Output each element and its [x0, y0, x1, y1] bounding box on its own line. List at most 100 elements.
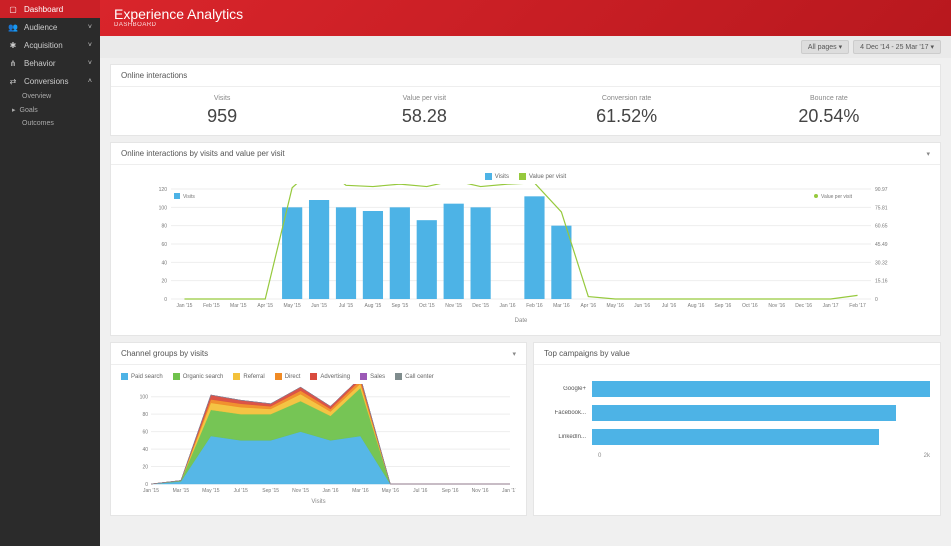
svg-text:Jan '15: Jan '15 [176, 303, 192, 309]
sidebar-item-conversions[interactable]: ⇄ Conversions ˄ [0, 72, 100, 90]
chevron-down-icon: ˅ [88, 42, 92, 49]
svg-text:Apr '15: Apr '15 [257, 303, 273, 309]
campaign-x-axis: 02k [598, 453, 930, 459]
channel-legend: Paid searchOrganic searchReferralDirectA… [121, 373, 516, 380]
sidebar-sub-goals[interactable]: ▸Goals [0, 103, 100, 117]
sidebar-item-behavior[interactable]: ⋔ Behavior ˅ [0, 54, 100, 72]
behavior-icon: ⋔ [8, 58, 18, 68]
sidebar-item-audience[interactable]: 👥 Audience ˅ [0, 18, 100, 36]
campaign-bar-row: Google+ [544, 381, 930, 397]
sidebar-item-label: Acquisition [24, 41, 63, 50]
svg-text:Feb '15: Feb '15 [203, 303, 220, 309]
legend-swatch [173, 373, 180, 380]
kpi-value: 959 [121, 106, 323, 127]
legend-swatch-value [519, 173, 526, 180]
svg-text:20: 20 [161, 279, 167, 285]
sidebar-item-label: Dashboard [24, 5, 63, 14]
svg-text:60.65: 60.65 [875, 224, 888, 230]
panel-title-text: Online interactions by visits and value … [121, 149, 285, 158]
svg-text:May '16: May '16 [382, 488, 400, 494]
conversions-icon: ⇄ [8, 76, 18, 86]
svg-text:100: 100 [140, 395, 149, 401]
svg-text:40: 40 [142, 447, 148, 453]
svg-text:60: 60 [161, 242, 167, 248]
channel-chart-body: Paid searchOrganic searchReferralDirectA… [111, 365, 526, 515]
sidebar-sub-outcomes[interactable]: Outcomes [0, 117, 100, 130]
breadcrumb: DASHBOARD [114, 22, 937, 28]
panel-title-text: Channel groups by visits [121, 349, 208, 358]
legend-item: Direct [275, 373, 301, 380]
sidebar-sub-overview[interactable]: Overview [0, 90, 100, 103]
panel-top-campaigns: Top campaigns by value Google+Facebook..… [533, 342, 941, 516]
legend-swatch [233, 373, 240, 380]
date-range-button[interactable]: 4 Dec '14 - 25 Mar '17 ▾ [853, 40, 941, 54]
kpi-row: Visits 959 Value per visit 58.28 Convers… [111, 87, 940, 135]
svg-text:Sep '16: Sep '16 [442, 488, 459, 494]
svg-text:90.97: 90.97 [875, 187, 888, 193]
kpi-label: Visits [121, 95, 323, 102]
campaign-bar-fill [592, 405, 896, 421]
legend-item: Paid search [121, 373, 163, 380]
acquisition-icon: ✱ [8, 40, 18, 50]
campaign-bar-track [592, 429, 930, 445]
panel-title: Online interactions by visits and value … [111, 143, 940, 165]
chevron-up-icon: ˄ [88, 78, 92, 85]
svg-text:May '16: May '16 [607, 303, 625, 309]
campaign-label: Facebook... [544, 410, 592, 416]
svg-text:Mar '16: Mar '16 [352, 488, 369, 494]
svg-text:Sep '15: Sep '15 [262, 488, 279, 494]
svg-text:May '15: May '15 [202, 488, 220, 494]
svg-text:Jan '15: Jan '15 [143, 488, 159, 494]
kpi-conversion-rate: Conversion rate 61.52% [526, 95, 728, 127]
svg-text:100: 100 [159, 205, 168, 211]
chevron-down-icon: ˅ [88, 60, 92, 67]
chevron-down-icon: ˅ [88, 24, 92, 31]
svg-text:Apr '16: Apr '16 [580, 303, 596, 309]
svg-text:Jun '16: Jun '16 [634, 303, 650, 309]
channel-chart: 020406080100Jan '15Mar '15May '15Jul '15… [121, 384, 516, 504]
all-pages-button[interactable]: All pages ▾ [801, 40, 849, 54]
sidebar-item-dashboard[interactable]: ▢ Dashboard [0, 0, 100, 18]
svg-text:0: 0 [164, 297, 167, 303]
content: Online interactions Visits 959 Value per… [100, 58, 951, 546]
header: Experience Analytics DASHBOARD [100, 0, 951, 36]
campaign-bar-fill [592, 381, 930, 397]
svg-text:Dec '16: Dec '16 [795, 303, 812, 309]
campaign-bar-track [592, 405, 930, 421]
panel-channel-groups: Channel groups by visits ▾ Paid search Or… [110, 342, 527, 516]
kpi-value: 20.54% [728, 106, 930, 127]
main-chart: 020406080100120015.1630.3245.4960.6575.8… [121, 184, 921, 324]
sidebar: ▢ Dashboard 👥 Audience ˅ ✱ Acquisition ˅… [0, 0, 100, 546]
svg-text:Jan '17: Jan '17 [502, 488, 516, 494]
svg-text:80: 80 [142, 412, 148, 418]
svg-text:40: 40 [161, 260, 167, 266]
chevron-down-icon[interactable]: ▾ [926, 150, 930, 158]
chevron-down-icon[interactable]: ▾ [512, 350, 516, 358]
svg-text:Mar '15: Mar '15 [173, 488, 190, 494]
svg-text:Jul '15: Jul '15 [234, 488, 249, 494]
svg-text:75.81: 75.81 [875, 205, 888, 211]
svg-text:Sep '15: Sep '15 [391, 303, 408, 309]
svg-text:Jan '17: Jan '17 [823, 303, 839, 309]
panel-main-chart: Online interactions by visits and value … [110, 142, 941, 336]
chevron-right-icon: ▸ [12, 107, 16, 114]
svg-text:Jul '16: Jul '16 [662, 303, 677, 309]
legend-swatch [275, 373, 282, 380]
legend-item: Advertising [310, 373, 350, 380]
panel-online-interactions: Online interactions Visits 959 Value per… [110, 64, 941, 136]
kpi-bounce-rate: Bounce rate 20.54% [728, 95, 930, 127]
svg-text:Jul '15: Jul '15 [339, 303, 354, 309]
svg-text:60: 60 [142, 430, 148, 436]
sidebar-item-acquisition[interactable]: ✱ Acquisition ˅ [0, 36, 100, 54]
campaign-bar-track [592, 381, 930, 397]
svg-text:15.16: 15.16 [875, 279, 888, 285]
legend-item: Organic search [173, 373, 224, 380]
legend-label: Visits [495, 174, 509, 180]
svg-text:Jun '15: Jun '15 [311, 303, 327, 309]
campaign-chart-body: Google+Facebook...LinkedIn...02k [534, 365, 940, 471]
kpi-value-per-visit: Value per visit 58.28 [323, 95, 525, 127]
main-area: Experience Analytics DASHBOARD All pages… [100, 0, 951, 546]
sidebar-item-label: Audience [24, 23, 57, 32]
main-chart-legend: Visits Value per visit [121, 173, 930, 180]
legend-item: Call center [395, 373, 434, 380]
